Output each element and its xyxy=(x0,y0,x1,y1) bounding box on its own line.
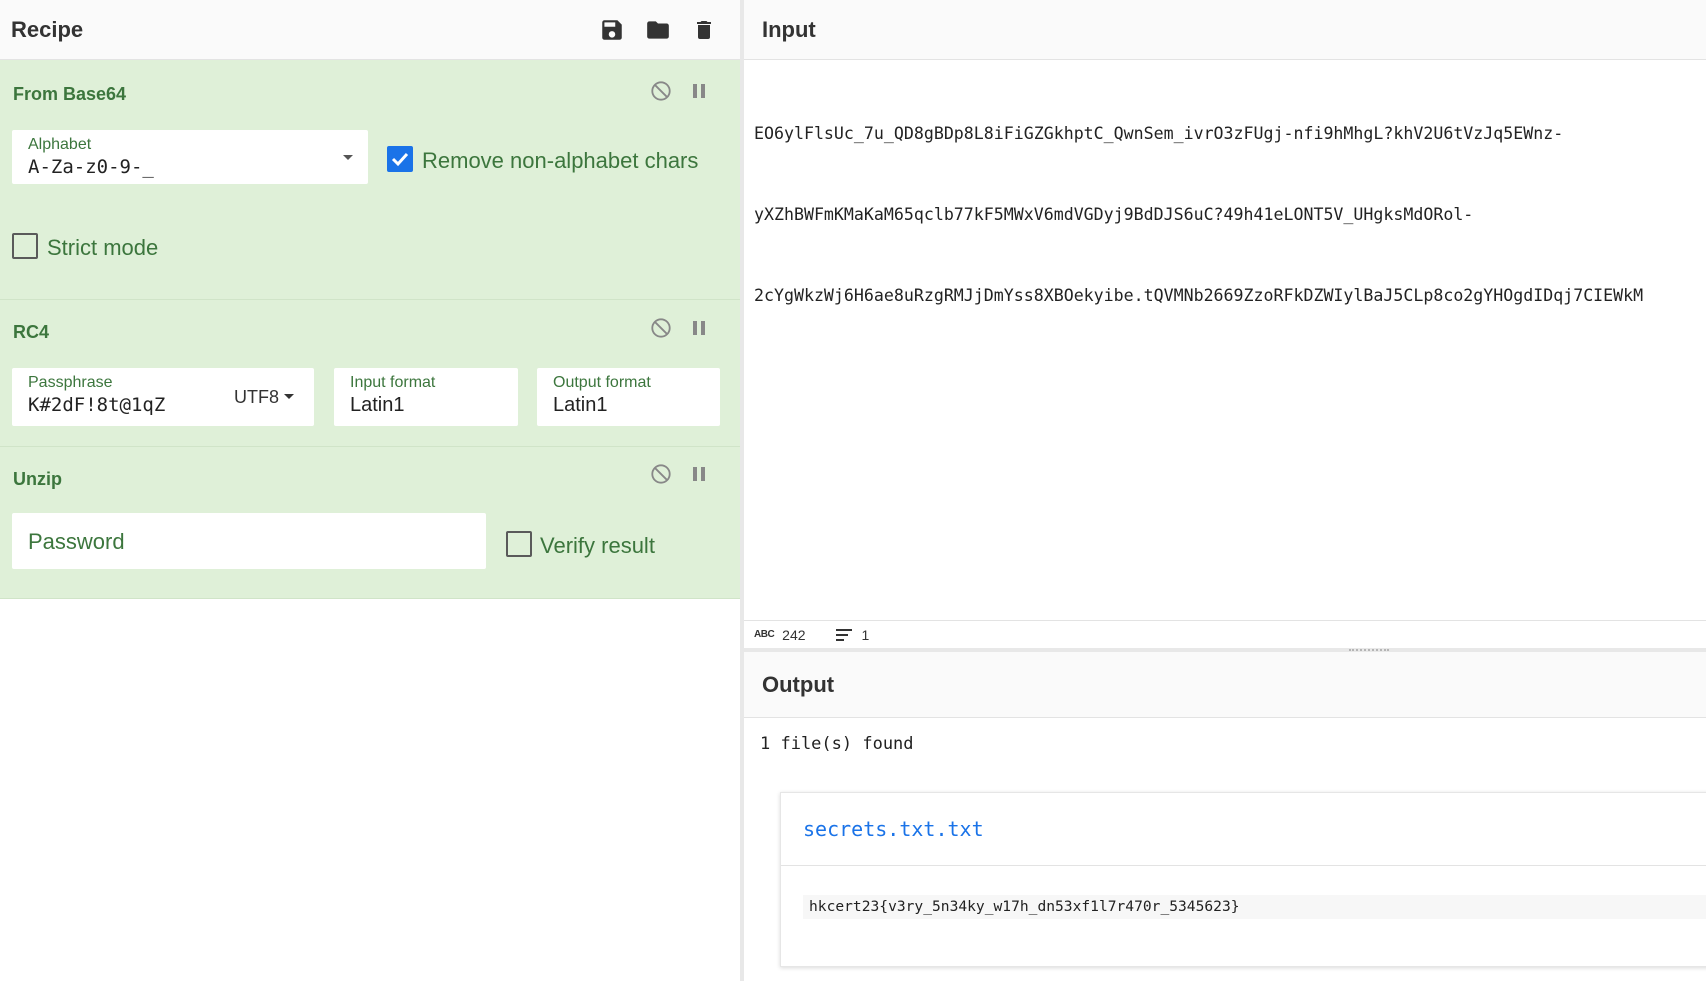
operation-rc4: RC4 Passphrase K#2dF!8t@1qZ UTF8 Input f… xyxy=(0,300,740,447)
save-recipe-button[interactable] xyxy=(596,14,628,46)
alphabet-label: Alphabet xyxy=(28,136,92,153)
output-summary: 1 file(s) found xyxy=(760,734,914,754)
output-format-select[interactable]: Output format Latin1 xyxy=(537,368,720,426)
password-field[interactable]: Password xyxy=(12,513,486,569)
verify-result-checkbox[interactable] xyxy=(506,531,532,557)
strict-mode-label: Strict mode xyxy=(47,235,159,260)
output-title: Output xyxy=(762,671,835,697)
recipe-title: Recipe xyxy=(11,16,84,42)
input-status-bar: ABC 242 1 xyxy=(744,620,1706,648)
remove-non-alphabet-label: Remove non-alphabet chars xyxy=(422,148,699,173)
operation-name: From Base64 xyxy=(13,84,127,104)
alphabet-value: A-Za-z0-9-_ xyxy=(28,156,154,178)
resize-grip-icon xyxy=(1349,649,1389,651)
strict-mode-checkbox[interactable] xyxy=(12,233,38,259)
alphabet-select[interactable]: Alphabet A-Za-z0-9-_ xyxy=(12,130,368,184)
file-card-header: secrets.txt.txt xyxy=(781,793,1706,866)
passphrase-encoding-value: UTF8 xyxy=(234,386,279,407)
input-textarea[interactable]: EO6ylFlsUc_7u_QD8gBDp8L8iFiGZGkhptC_QwnS… xyxy=(754,66,1704,363)
disable-icon xyxy=(651,318,671,338)
recipe-pane: Recipe From Base64 Alphabet A-Za-z0-9-_ … xyxy=(0,0,740,981)
password-placeholder: Password xyxy=(28,529,125,554)
disable-icon xyxy=(651,81,671,101)
file-card: secrets.txt.txt hkcert23{v3ry_5n34ky_w17… xyxy=(780,792,1706,967)
caret-down-icon xyxy=(284,394,294,399)
checkmark-icon xyxy=(391,152,409,167)
output-format-value: Latin1 xyxy=(553,394,608,416)
operation-name: RC4 xyxy=(13,322,50,342)
disable-icon xyxy=(651,464,671,484)
input-title: Input xyxy=(762,16,816,42)
folder-icon xyxy=(647,21,669,39)
input-line: yXZhBWFmKMaKaM65qclb77kF5MWxV6mdVGDyj9Bd… xyxy=(754,205,1474,224)
pause-icon xyxy=(693,321,705,335)
pause-operation-button[interactable] xyxy=(686,461,712,487)
load-recipe-button[interactable] xyxy=(642,14,674,46)
input-format-select[interactable]: Input format Latin1 xyxy=(334,368,518,426)
pause-operation-button[interactable] xyxy=(686,315,712,341)
pause-operation-button[interactable] xyxy=(686,78,712,104)
pause-icon xyxy=(693,467,705,481)
disable-operation-button[interactable] xyxy=(648,315,674,341)
disable-operation-button[interactable] xyxy=(648,461,674,487)
passphrase-label: Passphrase xyxy=(28,374,113,391)
operation-name: Unzip xyxy=(13,469,62,489)
passphrase-field[interactable]: Passphrase K#2dF!8t@1qZ UTF8 xyxy=(12,368,314,426)
operation-from-base64: From Base64 Alphabet A-Za-z0-9-_ Remove … xyxy=(0,60,740,300)
file-download-link[interactable]: secrets.txt.txt xyxy=(803,817,984,841)
cyberchef-app: Recipe From Base64 Alphabet A-Za-z0-9-_ … xyxy=(0,0,1706,981)
recipe-toolbar xyxy=(596,14,720,46)
input-format-value: Latin1 xyxy=(350,394,405,416)
input-line: 2cYgWkzWj6H6ae8uRzgRMJjDmYss8XBOekyibe.t… xyxy=(754,286,1644,305)
output-format-label: Output format xyxy=(553,374,651,391)
file-content: hkcert23{v3ry_5n34ky_w17h_dn53xf1l7r470r… xyxy=(803,895,1706,919)
passphrase-encoding-dropdown[interactable]: UTF8 xyxy=(212,378,312,416)
input-pane: Input EO6ylFlsUc_7u_QD8gBDp8L8iFiGZGkhpt… xyxy=(744,0,1706,648)
input-format-label: Input format xyxy=(350,374,436,391)
trash-icon xyxy=(697,21,711,39)
output-pane: Output 1 file(s) found secrets.txt.txt h… xyxy=(744,652,1706,981)
passphrase-value: K#2dF!8t@1qZ xyxy=(28,394,166,416)
remove-non-alphabet-checkbox[interactable] xyxy=(387,146,413,172)
line-count: 1 xyxy=(861,626,870,643)
output-header: Output xyxy=(744,652,1706,718)
line-count-icon xyxy=(835,628,852,641)
clear-recipe-button[interactable] xyxy=(688,14,720,46)
operation-unzip: Unzip Password Verify result xyxy=(0,447,740,599)
input-line: EO6ylFlsUc_7u_QD8gBDp8L8iFiGZGkhptC_QwnS… xyxy=(754,124,1564,143)
char-count: 242 xyxy=(782,626,806,643)
input-header: Input xyxy=(744,0,1706,60)
caret-down-icon xyxy=(343,155,353,160)
verify-result-label: Verify result xyxy=(540,533,655,558)
char-count-icon: ABC xyxy=(754,629,775,640)
pause-icon xyxy=(693,84,705,98)
save-icon xyxy=(602,20,622,40)
disable-operation-button[interactable] xyxy=(648,78,674,104)
